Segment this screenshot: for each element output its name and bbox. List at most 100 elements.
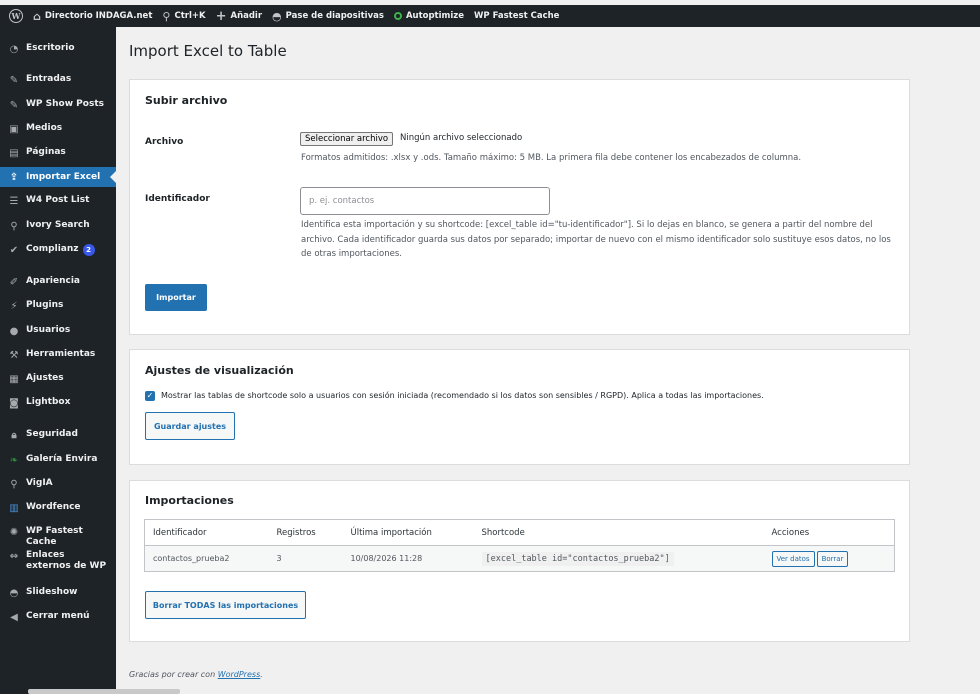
lock-icon: 🔒︎	[11, 429, 17, 441]
sidebar-item-slideshow[interactable]: ◓ Slideshow	[0, 587, 116, 599]
sidebar-item-paginas[interactable]: ▤ Páginas	[0, 147, 116, 159]
leaf-icon: ❧	[9, 454, 19, 466]
sidebar-item-w4-post-list[interactable]: ☰ W4 Post List	[0, 195, 116, 207]
sidebar-item-ivory-search[interactable]: ⚲ Ivory Search	[0, 220, 116, 232]
dashboard-icon: ◔	[9, 43, 19, 55]
command-palette-button[interactable]: ⚲ Ctrl+K	[157, 5, 210, 27]
shortcode-cell: [excel_table id="contactos_prueba2"]	[473, 545, 764, 572]
main-content: Import Excel to Table Subir archivo Arch…	[116, 27, 980, 694]
logged-in-only-checkbox[interactable]: ✓	[145, 391, 155, 401]
search-icon: ⚲	[10, 220, 18, 232]
admin-footer: Gracias por crear con WordPress.	[129, 670, 263, 679]
wordpress-link[interactable]: WordPress	[218, 670, 261, 679]
pin-icon: ✎	[9, 99, 19, 111]
wp-fastest-cache-menu[interactable]: WP Fastest Cache	[469, 5, 564, 27]
shortcode-code: [excel_table id="contactos_prueba2"]	[481, 551, 674, 566]
sidebar-item-plugins[interactable]: ⚡ Plugins	[0, 300, 116, 312]
file-help-text: Formatos admitidos: .xlsx y .ods. Tamaño…	[301, 153, 802, 163]
circle-icon	[393, 12, 402, 20]
sidebar-item-vigia[interactable]: ⚲ VigIA	[0, 478, 116, 490]
list-icon: ☰	[9, 195, 19, 207]
sidebar-item-herramientas[interactable]: ⚒ Herramientas	[0, 349, 116, 361]
sidebar-item-wp-show-posts[interactable]: ✎ WP Show Posts	[0, 99, 116, 111]
settings-icon: ▦	[9, 373, 19, 385]
brush-icon: ✐	[9, 276, 19, 288]
plug-icon: ⚡	[10, 300, 18, 312]
collapse-icon: ◀	[10, 611, 18, 623]
upload-icon: ⇪	[9, 171, 19, 183]
sidebar-item-usuarios[interactable]: ● Usuarios	[0, 325, 116, 337]
horizontal-scrollbar[interactable]	[28, 689, 180, 694]
column-header: Registros	[268, 519, 343, 546]
delete-button[interactable]: Borrar	[816, 550, 849, 567]
column-header: Última importación	[342, 519, 474, 546]
sidebar-item-enlaces-externos[interactable]: ⇔ Enlaces externos de WP	[0, 550, 116, 572]
display-settings-heading: Ajustes de visualización	[145, 364, 294, 377]
sidebar-item-seguridad[interactable]: 🔒︎ Seguridad	[0, 429, 116, 441]
sidebar-item-galeria-envira[interactable]: ❧ Galería Envira	[0, 454, 116, 466]
records-cell: 3	[268, 545, 343, 572]
magnifier-icon: ⚲	[10, 478, 18, 490]
imports-heading: Importaciones	[145, 494, 234, 507]
sidebar-item-wp-fastest-cache[interactable]: ✺ WP Fastest Cache	[0, 526, 116, 548]
plus-icon: +	[215, 8, 227, 24]
slideshow-menu[interactable]: ◓ Pase de diapositivas	[267, 5, 389, 27]
shield-icon: ▥	[9, 502, 19, 514]
table-row: contactos_prueba2 3 10/08/2026 11:28 [ex…	[144, 545, 895, 572]
upload-heading: Subir archivo	[145, 94, 228, 107]
notification-badge: 2	[82, 244, 95, 256]
user-icon: ●	[9, 325, 19, 337]
select-file-button[interactable]: Seleccionar archivo	[300, 132, 394, 146]
save-settings-button[interactable]: Guardar ajustes	[145, 412, 235, 440]
wordpress-logo-icon: W	[9, 9, 23, 23]
identifier-help-text: Identifica esta importación y su shortco…	[301, 220, 891, 259]
admin-sidebar: ◔ Escritorio ✎ Entradas ✎ WP Show Posts ▣ Me…	[0, 27, 116, 694]
lightbox-icon: ◙	[9, 397, 19, 409]
identifier-input[interactable]	[300, 187, 550, 215]
actions-cell: Ver datos Borrar	[763, 545, 895, 572]
sidebar-item-entradas[interactable]: ✎ Entradas	[0, 74, 116, 86]
media-icon: ▣	[9, 123, 19, 135]
autoptimize-menu[interactable]: Autoptimize	[389, 5, 469, 27]
sidebar-item-medios[interactable]: ▣ Medios	[0, 123, 116, 135]
imports-table: Identificador Registros Última importaci…	[144, 519, 895, 572]
sidebar-item-complianz[interactable]: ✔ Complianz 2	[0, 244, 116, 256]
search-icon: ⚲	[162, 9, 171, 23]
date-cell: 10/08/2026 11:28	[342, 545, 474, 572]
sidebar-item-escritorio[interactable]: ◔ Escritorio	[0, 43, 116, 55]
display-settings-card: Ajustes de visualización ✓ Mostrar las t…	[129, 349, 910, 465]
wrench-icon: ⚒	[9, 349, 19, 361]
sidebar-item-ajustes[interactable]: ▦ Ajustes	[0, 373, 116, 385]
slideshow-icon: ◓	[272, 9, 282, 23]
import-button[interactable]: Importar	[145, 284, 207, 311]
file-label: Archivo	[145, 137, 184, 147]
identifier-cell: contactos_prueba2	[144, 545, 269, 572]
column-header: Identificador	[144, 519, 269, 546]
delete-all-imports-button[interactable]: Borrar TODAS las importaciones	[145, 591, 306, 619]
collapse-menu-button[interactable]: ◀ Cerrar menú	[0, 611, 116, 623]
sidebar-item-wordfence[interactable]: ▥ Wordfence	[0, 502, 116, 514]
file-status-text: Ningún archivo seleccionado	[400, 133, 523, 143]
imports-card: Importaciones Identificador Registros Úl…	[129, 480, 910, 642]
column-header: Shortcode	[473, 519, 764, 546]
cheetah-icon: ✺	[9, 526, 19, 538]
add-new-menu[interactable]: + Añadir	[211, 5, 267, 27]
sidebar-item-importar-excel[interactable]: ⇪ Importar Excel	[0, 167, 116, 187]
upload-card: Subir archivo Archivo Seleccionar archiv…	[129, 79, 910, 335]
home-icon: ⌂	[33, 9, 41, 23]
view-data-button[interactable]: Ver datos	[771, 550, 815, 567]
arrows-icon: ⇔	[9, 550, 19, 562]
column-header: Acciones	[763, 519, 895, 546]
site-name-link[interactable]: ⌂ Directorio INDAGA.net	[28, 5, 157, 27]
wordpress-logo-button[interactable]: W	[0, 5, 28, 27]
logged-in-only-label: Mostrar las tablas de shortcode solo a u…	[161, 391, 764, 400]
identifier-label: Identificador	[145, 194, 210, 204]
slideshow-icon: ◓	[9, 587, 19, 599]
sidebar-item-lightbox[interactable]: ◙ Lightbox	[0, 397, 116, 409]
page-icon: ▤	[9, 147, 19, 159]
table-header-row: Identificador Registros Última importaci…	[144, 519, 895, 546]
page-title: Import Excel to Table	[129, 42, 287, 60]
check-icon: ✔	[9, 244, 19, 256]
admin-bar: W ⌂ Directorio INDAGA.net ⚲ Ctrl+K + Añadir…	[0, 5, 980, 27]
sidebar-item-apariencia[interactable]: ✐ Apariencia	[0, 276, 116, 288]
